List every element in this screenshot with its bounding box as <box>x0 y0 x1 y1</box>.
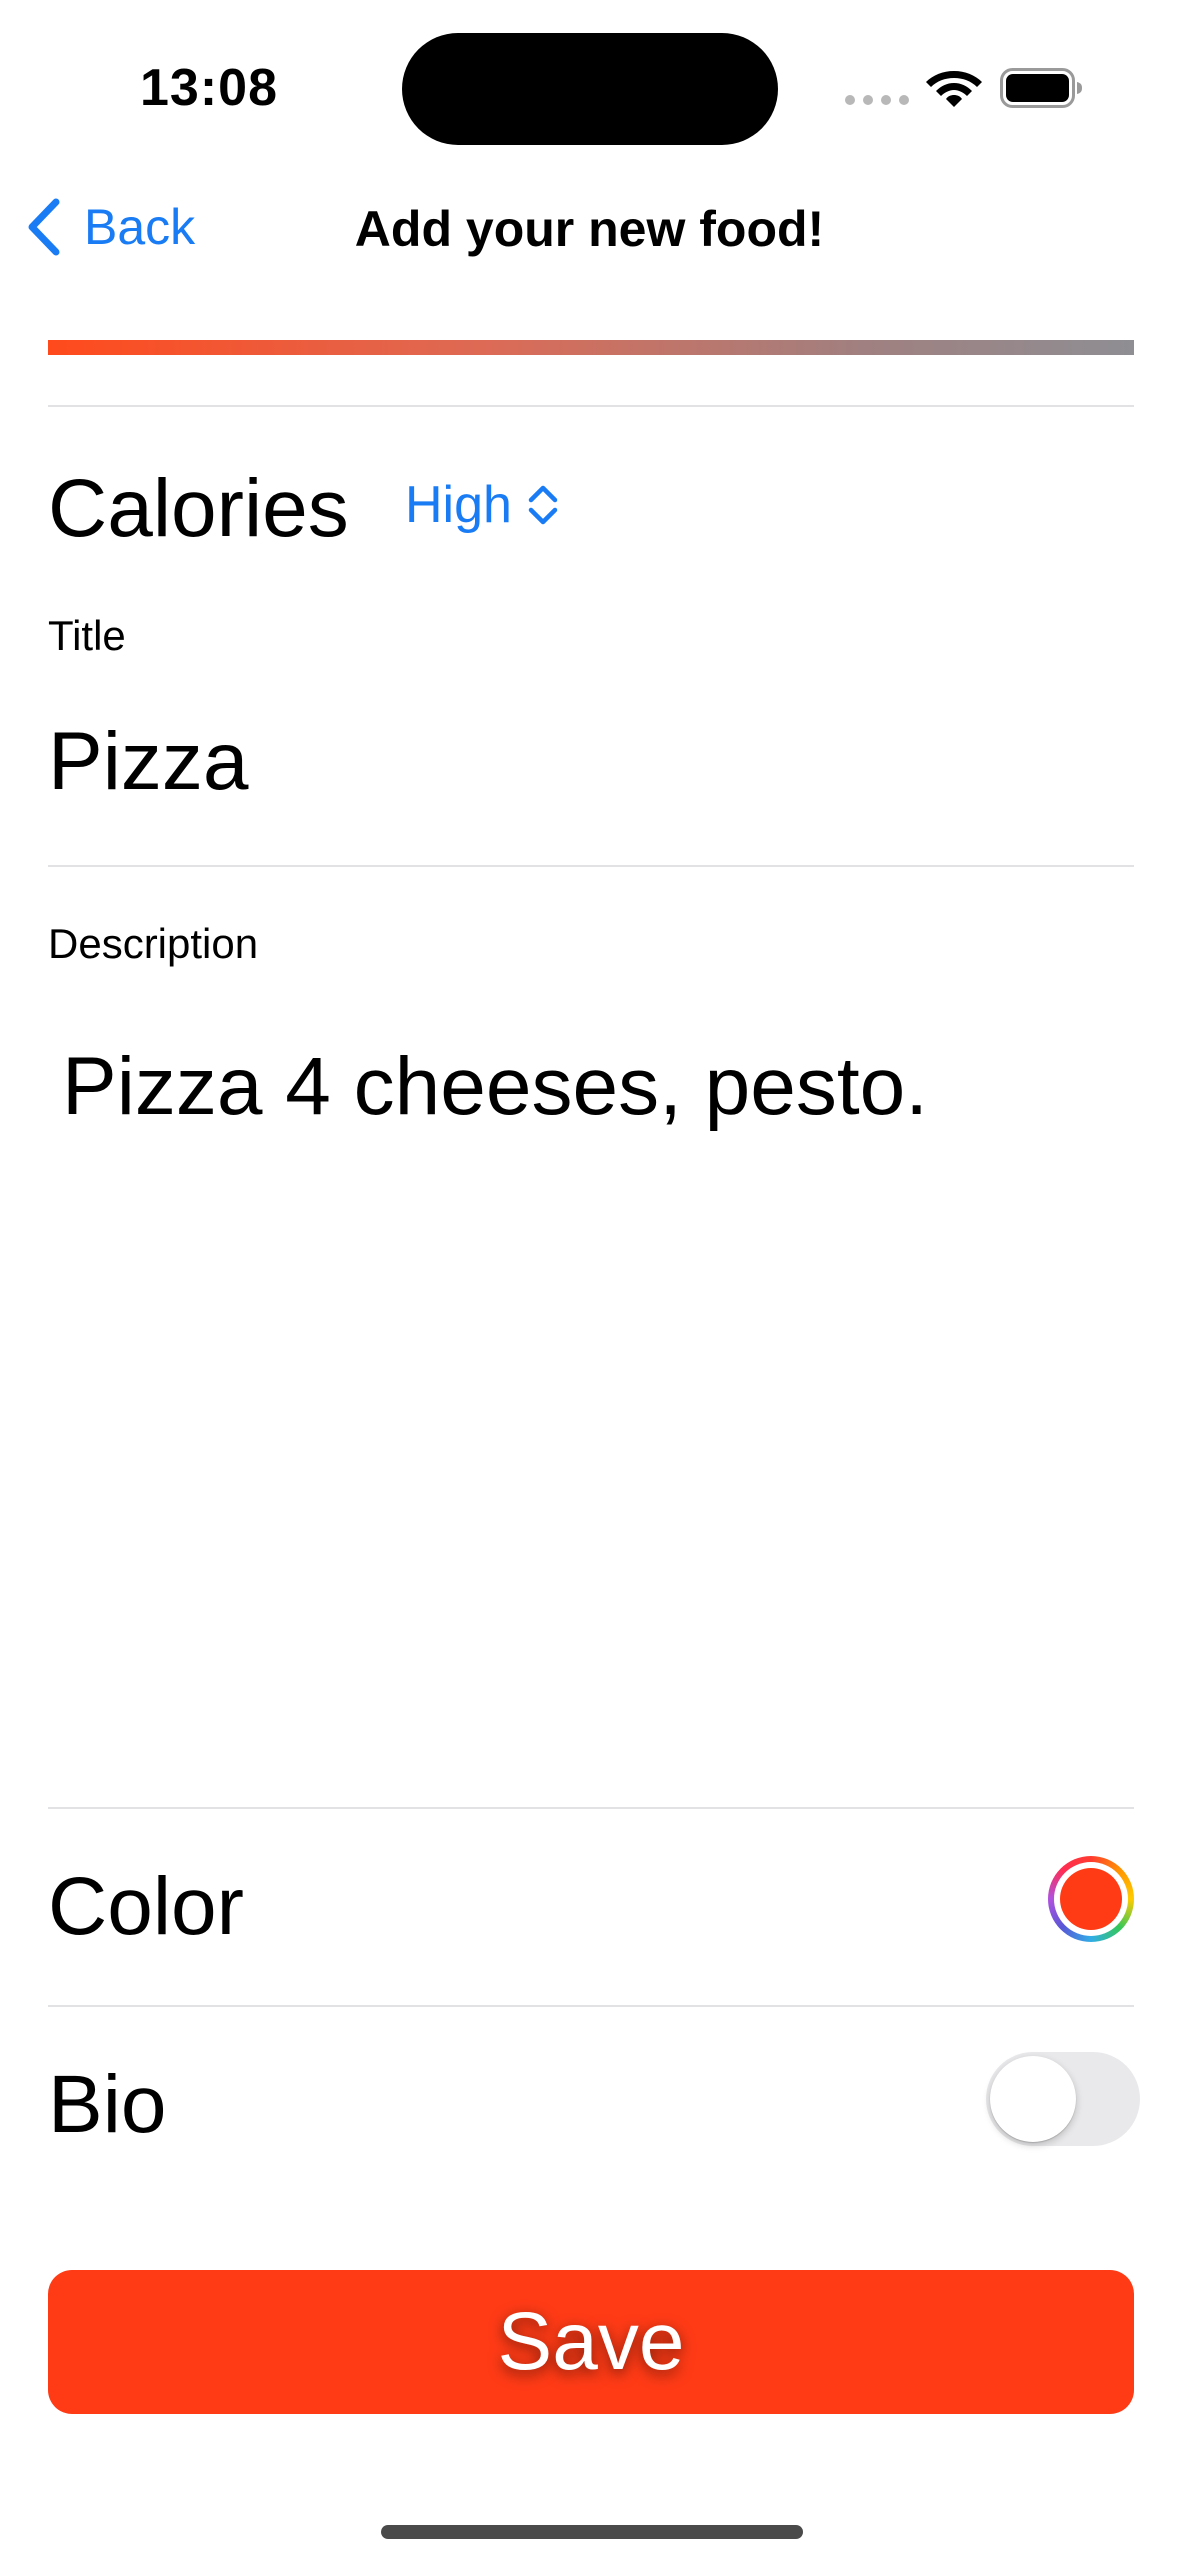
description-textarea[interactable]: Pizza 4 cheeses, pesto. <box>62 1040 1122 1134</box>
cellular-signal-icon <box>845 95 909 105</box>
title-input[interactable]: Pizza <box>48 715 249 809</box>
calories-picker[interactable]: High <box>405 475 560 535</box>
calories-label: Calories <box>48 463 349 554</box>
wifi-icon <box>926 71 982 107</box>
title-field-label: Title <box>48 612 126 659</box>
toggle-knob <box>990 2056 1076 2142</box>
bio-label: Bio <box>48 2059 167 2150</box>
color-label: Color <box>48 1861 244 1952</box>
selected-color-swatch <box>1060 1868 1122 1930</box>
bio-toggle[interactable] <box>986 2052 1140 2146</box>
color-picker-well[interactable] <box>1048 1856 1134 1942</box>
battery-icon <box>1000 68 1082 108</box>
divider <box>48 405 1134 407</box>
dynamic-island <box>402 33 778 145</box>
chevron-up-down-icon <box>528 485 558 525</box>
home-indicator <box>381 2525 803 2539</box>
save-button[interactable]: Save <box>48 2270 1134 2414</box>
page-title: Add your new food! <box>354 201 825 257</box>
divider <box>48 865 1134 867</box>
gradient-divider <box>48 340 1134 355</box>
divider <box>48 1807 1134 1809</box>
description-field-label: Description <box>48 920 259 967</box>
status-time: 13:08 <box>140 59 278 117</box>
calories-value: High <box>405 476 512 534</box>
divider <box>48 2005 1134 2007</box>
